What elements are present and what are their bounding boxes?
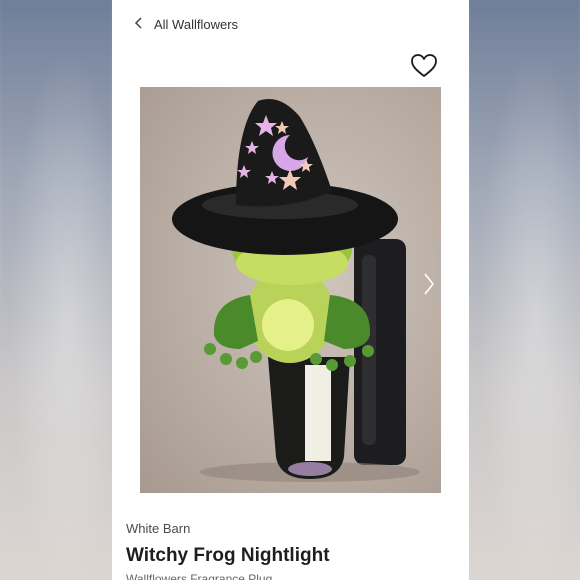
witch-frog-illustration <box>172 99 420 482</box>
next-image-button[interactable] <box>420 271 438 297</box>
product-image[interactable] <box>140 87 441 493</box>
product-page: All Wallflowers White Barn Witchy Frog N… <box>112 0 469 580</box>
product-category: Wallflowers Fragrance Plug <box>126 572 273 580</box>
blurred-background-left <box>0 0 112 580</box>
product-title: Witchy Frog Nightlight <box>126 545 330 566</box>
blurred-background-right <box>469 0 580 580</box>
favorite-button[interactable] <box>410 52 438 80</box>
chevron-right-icon <box>424 273 435 295</box>
heart-outline-icon <box>411 54 437 77</box>
chevron-left-icon <box>134 16 144 32</box>
product-brand: White Barn <box>126 521 191 536</box>
back-to-all-wallflowers-link[interactable]: All Wallflowers <box>134 14 238 34</box>
back-link-label: All Wallflowers <box>154 16 239 32</box>
